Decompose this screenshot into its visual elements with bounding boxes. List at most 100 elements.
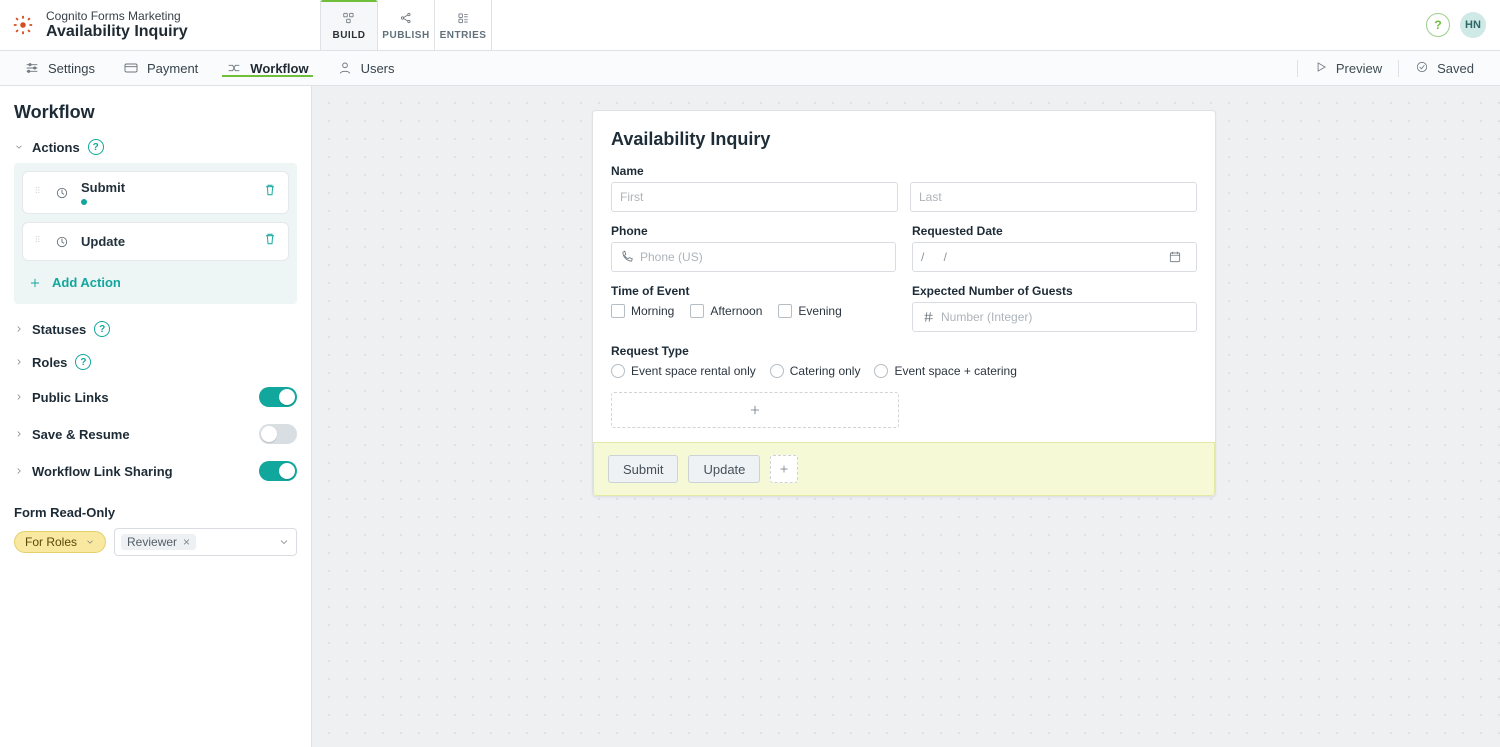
phone-icon <box>620 250 634 264</box>
action-type-icon <box>53 184 71 202</box>
rad-catering-only[interactable]: Catering only <box>770 364 861 378</box>
sliders-icon <box>24 60 40 76</box>
label-requested-date: Requested Date <box>912 224 1197 238</box>
first-name-placeholder: First <box>620 190 643 204</box>
role-multiselect[interactable]: Reviewer × <box>114 528 297 556</box>
add-action-label: Add Action <box>52 275 121 290</box>
chevron-down-icon <box>278 536 290 548</box>
section-actions-head[interactable]: Actions ? <box>14 133 297 161</box>
action-card-update[interactable]: Update <box>22 222 289 261</box>
phone-field[interactable]: Phone (US) <box>611 242 896 272</box>
calendar-icon <box>1168 250 1182 264</box>
subnav-workflow-label: Workflow <box>250 61 308 76</box>
saved-label: Saved <box>1437 61 1474 76</box>
subnav-workflow[interactable]: Workflow <box>212 60 322 76</box>
help-button[interactable]: ? <box>1426 13 1450 37</box>
actions-panel: Submit Update <box>14 163 297 304</box>
tab-publish-label: PUBLISH <box>382 30 429 41</box>
delete-action-button[interactable] <box>262 231 278 252</box>
first-name-field[interactable]: First <box>611 182 898 212</box>
section-roles[interactable]: Roles ? <box>14 345 297 378</box>
tab-entries-label: ENTRIES <box>440 30 487 41</box>
checkbox-icon <box>690 304 704 318</box>
remove-role-icon[interactable]: × <box>183 535 190 549</box>
check-circle-icon <box>1415 60 1429 77</box>
subnav-payment[interactable]: Payment <box>109 60 212 76</box>
subnav: Settings Payment Workflow Users Previe <box>0 51 1500 86</box>
plus-icon <box>748 403 762 417</box>
user-icon <box>337 60 353 76</box>
tab-publish[interactable]: PUBLISH <box>378 0 435 50</box>
org-name: Cognito Forms Marketing <box>46 10 188 23</box>
app-header: Cognito Forms Marketing Availability Inq… <box>0 0 1500 51</box>
form-title: Availability Inquiry <box>611 129 1197 150</box>
label-guests: Expected Number of Guests <box>912 284 1197 298</box>
chk-afternoon[interactable]: Afternoon <box>690 304 762 318</box>
action-type-icon <box>53 233 71 251</box>
chk-morning[interactable]: Morning <box>611 304 674 318</box>
drag-handle-icon[interactable] <box>33 232 43 251</box>
add-field-dropzone[interactable] <box>611 392 899 428</box>
guests-field[interactable]: Number (Integer) <box>912 302 1197 332</box>
section-workflow-link-sharing-label: Workflow Link Sharing <box>32 464 173 479</box>
tab-build[interactable]: BUILD <box>320 0 378 50</box>
form-read-only-label: Form Read-Only <box>14 505 297 520</box>
label-time-of-event: Time of Event <box>611 284 896 298</box>
help-actions-icon[interactable]: ? <box>88 139 104 155</box>
submit-button[interactable]: Submit <box>608 455 678 483</box>
role-tag-reviewer[interactable]: Reviewer × <box>121 534 196 550</box>
chk-evening[interactable]: Evening <box>778 304 841 318</box>
add-action-button[interactable]: Add Action <box>22 269 289 296</box>
grid-icon <box>340 10 358 26</box>
delete-action-button[interactable] <box>262 182 278 203</box>
status-dot-icon <box>81 199 87 205</box>
guests-placeholder: Number (Integer) <box>941 310 1032 324</box>
card-icon <box>123 60 139 76</box>
checkbox-icon <box>778 304 792 318</box>
chevron-right-icon <box>14 324 24 334</box>
brand-block: Cognito Forms Marketing Availability Inq… <box>0 0 320 50</box>
label-phone: Phone <box>611 224 896 238</box>
date-mask: / / <box>921 250 955 264</box>
section-statuses[interactable]: Statuses ? <box>14 312 297 345</box>
radio-icon <box>874 364 888 378</box>
last-name-placeholder: Last <box>919 190 942 204</box>
chevron-right-icon <box>14 466 24 476</box>
date-field[interactable]: / / <box>912 242 1197 272</box>
drag-handle-icon[interactable] <box>33 183 43 202</box>
section-public-links-label: Public Links <box>32 390 109 405</box>
workflow-sidebar: Workflow Actions ? <box>0 86 312 747</box>
label-name: Name <box>611 164 1197 178</box>
subnav-users[interactable]: Users <box>323 60 409 76</box>
section-workflow-link-sharing[interactable]: Workflow Link Sharing <box>14 452 297 489</box>
form-name: Availability Inquiry <box>46 23 188 41</box>
toggle-save-resume[interactable] <box>259 424 297 444</box>
add-action-plus-button[interactable] <box>770 455 798 483</box>
rad-event-space-only[interactable]: Event space rental only <box>611 364 756 378</box>
help-roles-icon[interactable]: ? <box>75 354 91 370</box>
subnav-payment-label: Payment <box>147 61 198 76</box>
rad-event-plus-catering[interactable]: Event space + catering <box>874 364 1016 378</box>
time-of-event-checks: Morning Afternoon Evening <box>611 304 896 318</box>
last-name-field[interactable]: Last <box>910 182 1197 212</box>
tab-entries[interactable]: ENTRIES <box>435 0 492 50</box>
toggle-public-links[interactable] <box>259 387 297 407</box>
builder-canvas[interactable]: Availability Inquiry Name First Last Pho… <box>312 86 1500 747</box>
subnav-settings[interactable]: Settings <box>10 60 109 76</box>
toggle-workflow-link-sharing[interactable] <box>259 461 297 481</box>
main-tabs: BUILD PUBLISH ENTRIES <box>320 0 492 50</box>
sidebar-title: Workflow <box>14 102 297 123</box>
chevron-right-icon <box>14 392 24 402</box>
section-save-resume[interactable]: Save & Resume <box>14 415 297 452</box>
request-type-radios: Event space rental only Catering only Ev… <box>611 364 1197 378</box>
section-public-links[interactable]: Public Links <box>14 378 297 415</box>
phone-placeholder: Phone (US) <box>640 250 703 264</box>
help-statuses-icon[interactable]: ? <box>94 321 110 337</box>
saved-indicator[interactable]: Saved <box>1398 60 1490 77</box>
user-avatar[interactable]: HN <box>1460 12 1486 38</box>
brand-logo-icon <box>12 14 34 36</box>
preview-button[interactable]: Preview <box>1297 60 1398 77</box>
action-card-submit[interactable]: Submit <box>22 171 289 214</box>
for-roles-chip[interactable]: For Roles <box>14 531 106 553</box>
update-button[interactable]: Update <box>688 455 760 483</box>
